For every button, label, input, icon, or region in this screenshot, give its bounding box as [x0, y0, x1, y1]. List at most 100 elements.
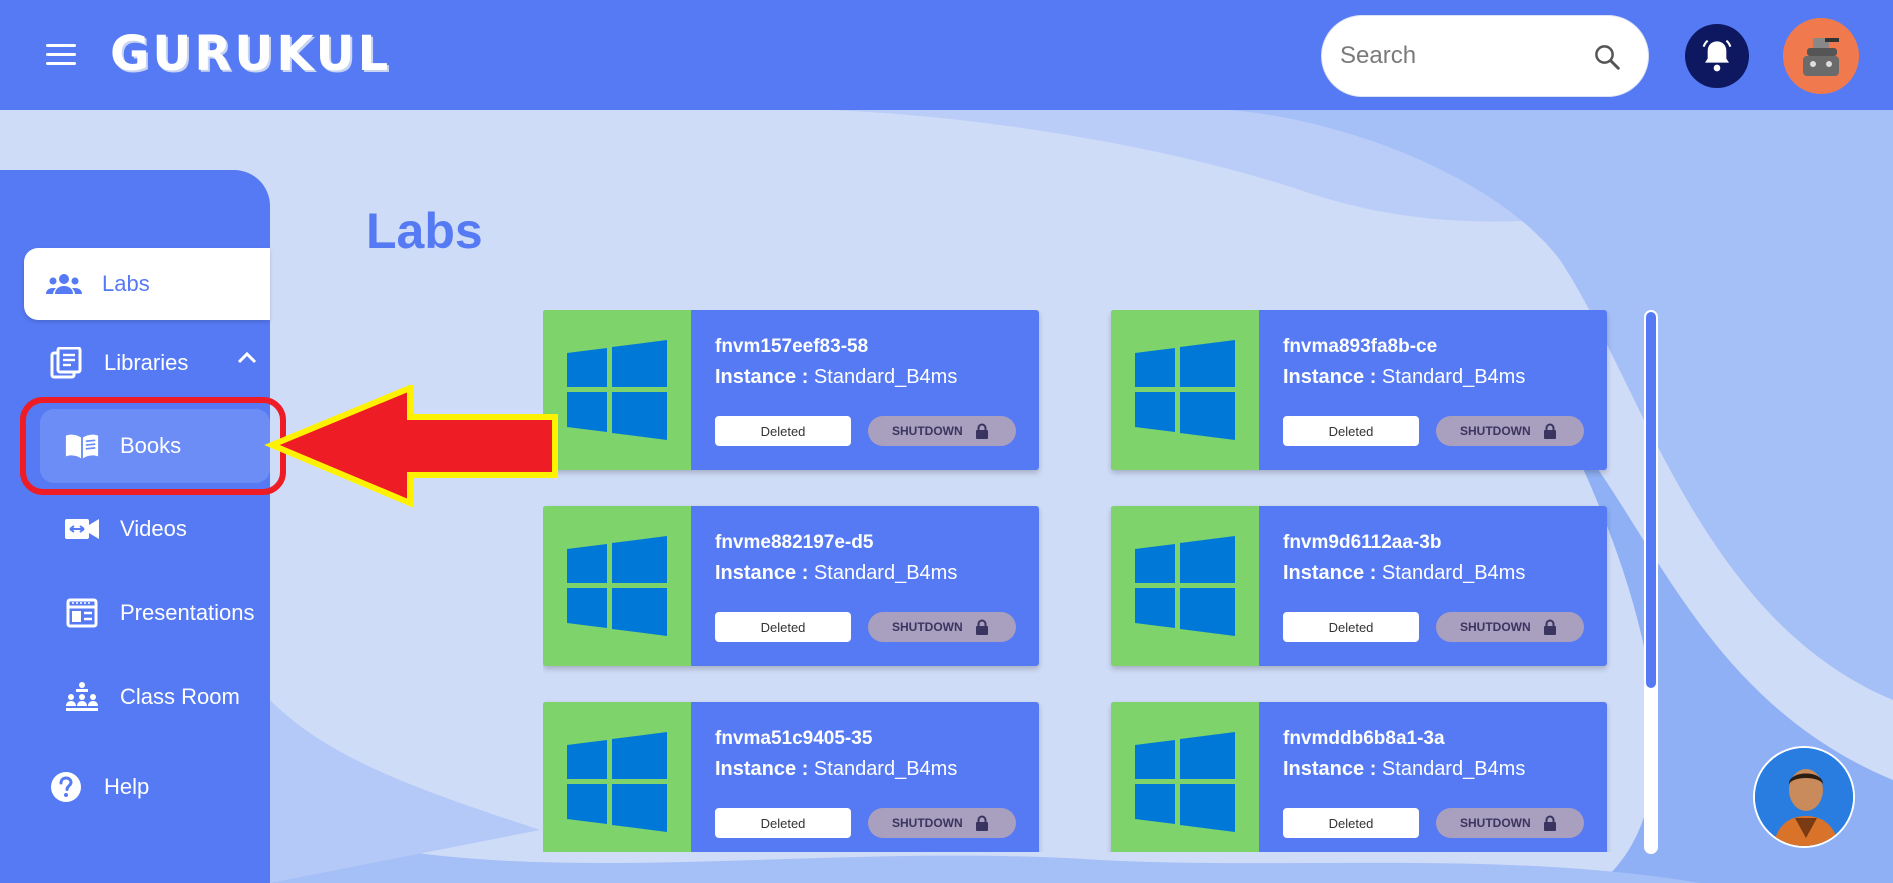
windows-thumbnail — [543, 310, 691, 470]
classroom-icon — [66, 682, 98, 711]
sidebar-item-label: Labs — [102, 271, 150, 296]
lab-name: fnvmddb6b8a1-3a — [1283, 728, 1445, 749]
page-title: Labs — [366, 203, 483, 259]
windows-thumbnail — [543, 702, 691, 852]
lab-card[interactable]: fnvmddb6b8a1-3a Instance : Standard_B4ms… — [1111, 702, 1607, 852]
sidebar-item-presentations[interactable]: Presentations — [64, 590, 255, 636]
notification-bell-button[interactable] — [1685, 24, 1749, 88]
lab-instance: Instance : Standard_B4ms — [715, 366, 957, 389]
instance-label: Instance : — [1283, 366, 1377, 388]
status-badge: Deleted — [1283, 416, 1419, 446]
sidebar-item-label: Help — [104, 774, 150, 799]
instance-value: Standard_B4ms — [813, 562, 958, 584]
lab-instance: Instance : Standard_B4ms — [1283, 562, 1525, 585]
scrollbar-thumb[interactable] — [1646, 312, 1656, 688]
sidebar-item-libraries[interactable]: Libraries — [48, 340, 258, 386]
status-badge: Deleted — [715, 416, 851, 446]
windows-thumbnail — [1111, 506, 1259, 666]
shutdown-button[interactable]: SHUTDOWN — [1436, 612, 1584, 642]
lock-icon — [1543, 423, 1556, 439]
lab-instance: Instance : Standard_B4ms — [1283, 758, 1525, 781]
lab-name: fnvm157eef83-58 — [715, 336, 869, 357]
help-icon — [51, 772, 81, 802]
lab-card[interactable]: fnvm157eef83-58 Instance : Standard_B4ms… — [543, 310, 1039, 470]
search-input[interactable] — [1340, 36, 1580, 76]
status-badge: Deleted — [715, 612, 851, 642]
windows-logo-icon — [567, 732, 667, 832]
hamburger-menu-icon[interactable] — [46, 44, 76, 66]
instance-label: Instance : — [1283, 758, 1377, 780]
lab-card[interactable]: fnvme882197e-d5 Instance : Standard_B4ms… — [543, 506, 1039, 666]
shutdown-label: SHUTDOWN — [1460, 620, 1531, 634]
assistant-avatar-icon — [1755, 748, 1853, 846]
instance-label: Instance : — [715, 758, 809, 780]
windows-logo-icon — [567, 536, 667, 636]
sidebar-item-help[interactable]: Help — [48, 764, 149, 810]
windows-thumbnail — [1111, 702, 1259, 852]
instance-value: Standard_B4ms — [1381, 562, 1526, 584]
lab-card[interactable]: fnvma893fa8b-ce Instance : Standard_B4ms… — [1111, 310, 1607, 470]
library-icon — [50, 347, 82, 379]
gurukul-logo[interactable]: GURUKUL — [110, 26, 391, 82]
shutdown-button[interactable]: SHUTDOWN — [1436, 808, 1584, 838]
instance-label: Instance : — [715, 562, 809, 584]
sidebar-item-label: Books — [120, 433, 182, 458]
windows-logo-icon — [1135, 732, 1235, 832]
sidebar-item-label: Libraries — [104, 350, 189, 375]
lab-name: fnvma51c9405-35 — [715, 728, 873, 749]
sidebar-item-classroom[interactable]: Class Room — [64, 674, 240, 720]
sidebar-item-books[interactable]: Books — [40, 409, 270, 483]
sidebar-item-videos[interactable]: Videos — [64, 506, 187, 552]
sidebar-item-label: Class Room — [120, 684, 240, 709]
instance-value: Standard_B4ms — [1381, 366, 1526, 388]
presentation-icon — [66, 598, 98, 628]
shutdown-button[interactable]: SHUTDOWN — [868, 612, 1016, 642]
sidebar: Labs Libraries Books Videos Presentation… — [0, 170, 270, 883]
status-badge: Deleted — [1283, 808, 1419, 838]
windows-logo-icon — [1135, 340, 1235, 440]
instance-label: Instance : — [715, 366, 809, 388]
shutdown-label: SHUTDOWN — [1460, 424, 1531, 438]
shutdown-button[interactable]: SHUTDOWN — [868, 416, 1016, 446]
bell-icon — [1702, 39, 1732, 72]
shutdown-button[interactable]: SHUTDOWN — [868, 808, 1016, 838]
user-avatar[interactable] — [1783, 18, 1859, 94]
lock-icon — [1543, 619, 1556, 635]
status-badge: Deleted — [1283, 612, 1419, 642]
windows-thumbnail — [1111, 310, 1259, 470]
lock-icon — [1543, 815, 1556, 831]
lab-instance: Instance : Standard_B4ms — [715, 758, 957, 781]
chevron-up-icon[interactable] — [236, 350, 258, 364]
lab-name: fnvm9d6112aa-3b — [1283, 532, 1442, 553]
windows-logo-icon — [1135, 536, 1235, 636]
lab-card[interactable]: fnvm9d6112aa-3b Instance : Standard_B4ms… — [1111, 506, 1607, 666]
search-icon[interactable] — [1592, 42, 1622, 72]
shutdown-label: SHUTDOWN — [892, 620, 963, 634]
video-icon — [65, 519, 99, 539]
lab-instance: Instance : Standard_B4ms — [715, 562, 957, 585]
shutdown-button[interactable]: SHUTDOWN — [1436, 416, 1584, 446]
assistant-avatar-button[interactable] — [1753, 746, 1855, 848]
sidebar-item-labs[interactable]: Labs — [24, 248, 270, 320]
lab-card[interactable]: fnvma51c9405-35 Instance : Standard_B4ms… — [543, 702, 1039, 852]
labs-grid: fnvm157eef83-58 Instance : Standard_B4ms… — [543, 310, 1617, 852]
lock-icon — [975, 619, 988, 635]
shutdown-label: SHUTDOWN — [892, 424, 963, 438]
lab-instance: Instance : Standard_B4ms — [1283, 366, 1525, 389]
search-box[interactable] — [1321, 15, 1649, 97]
shutdown-label: SHUTDOWN — [892, 816, 963, 830]
instance-label: Instance : — [1283, 562, 1377, 584]
book-icon — [65, 434, 99, 459]
status-badge: Deleted — [715, 808, 851, 838]
sidebar-item-label: Presentations — [120, 600, 255, 625]
instance-value: Standard_B4ms — [1381, 758, 1526, 780]
people-icon — [46, 274, 82, 294]
top-header: GURUKUL — [0, 0, 1893, 110]
sidebar-item-label: Videos — [120, 516, 187, 541]
instance-value: Standard_B4ms — [813, 758, 958, 780]
instance-value: Standard_B4ms — [813, 366, 958, 388]
windows-logo-icon — [567, 340, 667, 440]
user-avatar-icon — [1783, 18, 1859, 94]
lock-icon — [975, 815, 988, 831]
shutdown-label: SHUTDOWN — [1460, 816, 1531, 830]
